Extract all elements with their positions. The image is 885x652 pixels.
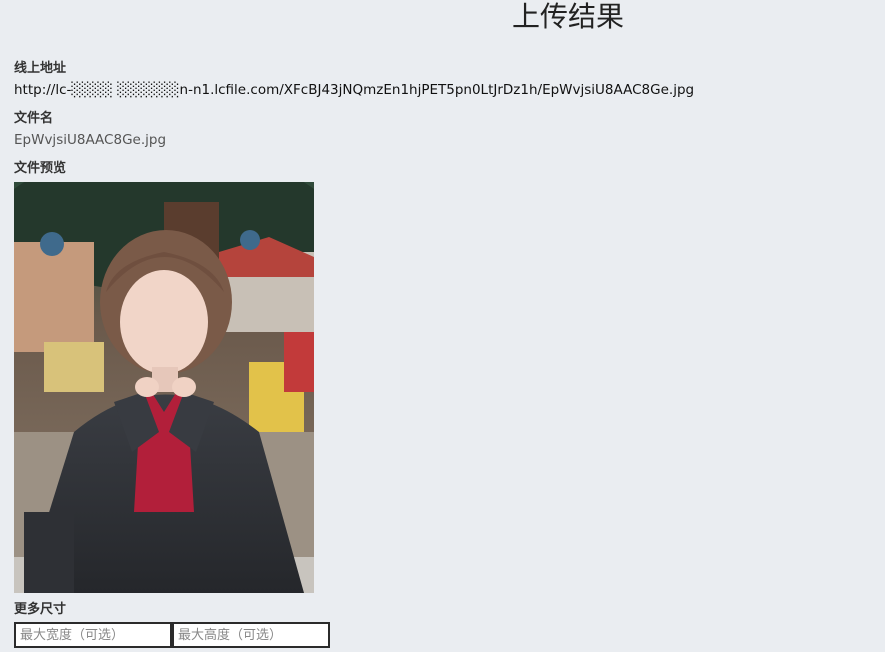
more-sizes-label: 更多尺寸 [14, 602, 67, 617]
max-height-input[interactable] [172, 622, 330, 648]
url-label: 线上地址 [14, 61, 67, 76]
image-preview [14, 182, 314, 593]
max-width-input[interactable] [14, 622, 172, 648]
preview-label: 文件预览 [14, 161, 67, 176]
upload-result-section: 线上地址 http://lc-░░░░ ░░░░░░n-n1.lcfile.co… [14, 60, 874, 648]
filename-label: 文件名 [14, 111, 54, 126]
url-link[interactable]: http://lc-░░░░ ░░░░░░n-n1.lcfile.com/XFc… [14, 80, 874, 100]
filename-value: EpWvjsiU8AAC8Ge.jpg [14, 132, 167, 148]
size-inputs-row [14, 622, 874, 648]
page-title: 上传结果 [511, 0, 624, 33]
